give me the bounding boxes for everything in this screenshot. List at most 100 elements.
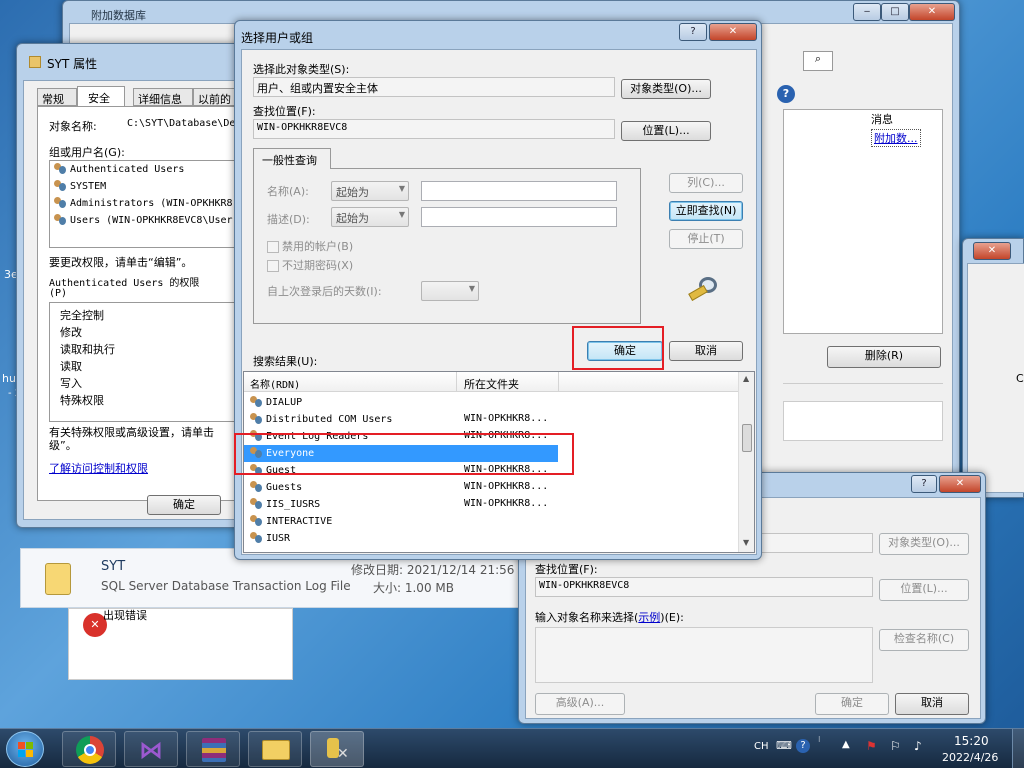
permission-item: 完全控制 xyxy=(60,309,104,322)
special-hint-end: 级”。 xyxy=(49,439,77,452)
stop-button[interactable]: 停止(T) xyxy=(669,229,743,249)
close-button[interactable]: ✕ xyxy=(909,3,955,21)
search-results-label: 搜索结果(U): xyxy=(253,355,318,368)
list-item[interactable]: SYSTEM xyxy=(54,180,258,197)
users-icon xyxy=(54,163,67,175)
file-size: 大小: 1.00 MB xyxy=(373,581,454,595)
examples-link[interactable]: 示例 xyxy=(638,611,660,624)
permission-item: 读取和执行 xyxy=(60,343,115,356)
disabled-accounts-checkbox[interactable]: 禁用的帐户(B) xyxy=(267,238,353,254)
location-button[interactable]: 位置(L)... xyxy=(621,121,711,141)
clock-date[interactable]: 2022/4/26 xyxy=(942,751,998,764)
result-row[interactable]: IUSR xyxy=(244,530,738,547)
user-list[interactable]: Authenticated Users SYSTEM Administrator… xyxy=(49,160,259,248)
tab-details[interactable]: 详细信息 xyxy=(133,88,193,106)
column-header-name[interactable]: 名称(RDN) xyxy=(250,376,300,391)
volume-icon[interactable]: ♪ xyxy=(914,739,922,753)
columns-button[interactable]: 列(C)... xyxy=(669,173,743,193)
scroll-up-icon[interactable]: ▲ xyxy=(743,374,749,383)
location-label: 查找位置(F): xyxy=(535,563,598,576)
visual-studio-icon[interactable]: ⋈ xyxy=(124,731,178,767)
group-icon xyxy=(250,498,263,510)
scrollbar-thumb[interactable] xyxy=(742,424,752,452)
result-row[interactable]: Guests WIN-OPKHKR8... xyxy=(244,479,738,496)
chevron-down-icon: ▼ xyxy=(398,184,405,193)
window-title: SYT 属性 xyxy=(47,57,98,71)
ok-button[interactable]: 确定 xyxy=(815,693,889,715)
result-row[interactable]: DIALUP xyxy=(244,394,738,411)
result-row[interactable]: Distributed COM Users WIN-OPKHKR8... xyxy=(244,411,738,428)
group-icon xyxy=(250,481,263,493)
tab-general[interactable]: 常规 xyxy=(37,88,77,106)
result-row[interactable]: IIS_IUSRS WIN-OPKHKR8... xyxy=(244,496,738,513)
close-icon[interactable]: ✕ xyxy=(973,242,1011,260)
modified-date: 修改日期: 2021/12/14 21:56 xyxy=(351,563,515,577)
everyone-highlight-box xyxy=(234,433,574,475)
find-now-button[interactable]: 立即查找(N) xyxy=(669,201,743,221)
list-item[interactable]: Administrators (WIN-OPKHKR8 xyxy=(54,197,258,214)
nonexpiring-password-checkbox[interactable]: 不过期密码(X) xyxy=(267,257,353,273)
column-header-folder[interactable]: 所在文件夹 xyxy=(464,376,519,392)
tab-general-query[interactable]: 一般性查询 xyxy=(253,148,331,169)
scroll-down-icon[interactable]: ▼ xyxy=(743,538,749,547)
help-button[interactable]: ? xyxy=(911,475,937,493)
search-icon[interactable]: ⌕ xyxy=(803,51,833,71)
users-icon xyxy=(54,180,67,192)
show-desktop-button[interactable] xyxy=(1012,729,1024,768)
learn-more-link[interactable]: 了解访问控制和权限 xyxy=(49,460,148,476)
chrome-icon[interactable] xyxy=(62,731,116,767)
ok-button[interactable]: 确定 xyxy=(147,495,221,515)
result-row[interactable]: INTERACTIVE xyxy=(244,513,738,530)
permission-item: 写入 xyxy=(60,377,82,390)
show-hidden-icons[interactable]: ▲ xyxy=(842,739,850,750)
object-type-button[interactable]: 对象类型(O)... xyxy=(879,533,969,555)
action-center-icon[interactable]: ⚐ xyxy=(890,739,901,753)
winrar-icon[interactable] xyxy=(186,731,240,767)
change-hint: 要更改权限，请单击“编辑”。 xyxy=(49,256,193,269)
file-name: SYT xyxy=(101,559,126,574)
object-type-field: 用户、组或内置安全主体 xyxy=(253,77,615,97)
users-icon xyxy=(54,214,67,226)
tab-security[interactable]: 安全 xyxy=(77,86,125,107)
clock-time[interactable]: 15:20 xyxy=(954,734,989,748)
network-icon[interactable]: ⚑ xyxy=(866,739,877,753)
results-scrollbar[interactable]: ▲ ▼ xyxy=(738,372,754,552)
attach-link[interactable]: 附加数... xyxy=(871,129,921,147)
maximize-button[interactable]: □ xyxy=(881,3,909,21)
days-combo[interactable]: ▼ xyxy=(421,281,479,301)
advanced-button[interactable]: 高级(A)... xyxy=(535,693,625,715)
group-icon xyxy=(250,413,263,425)
cancel-button[interactable]: 取消 xyxy=(895,693,969,715)
name-input[interactable] xyxy=(421,181,617,201)
minimize-button[interactable]: ‒ xyxy=(853,3,881,21)
keyboard-icon[interactable]: ⌨ xyxy=(776,739,792,752)
group-label: 组或用户名(G): xyxy=(49,146,125,159)
background-window: ✕ xyxy=(962,238,1024,498)
object-name-value: C:\SYT\Database\De xyxy=(127,118,236,129)
description-input[interactable] xyxy=(421,207,617,227)
list-item[interactable]: Authenticated Users xyxy=(54,163,258,180)
help-icon[interactable]: ? xyxy=(796,739,810,753)
location-button[interactable]: 位置(L)... xyxy=(879,579,969,601)
help-button[interactable]: ? xyxy=(679,23,707,41)
start-button[interactable] xyxy=(6,731,44,767)
close-button[interactable]: ✕ xyxy=(939,475,981,493)
object-names-input[interactable] xyxy=(535,627,873,683)
object-name-label: 对象名称: xyxy=(49,120,97,133)
object-type-button[interactable]: 对象类型(O)... xyxy=(621,79,711,99)
ssms-icon[interactable]: ✕ xyxy=(310,731,364,767)
cancel-button[interactable]: 取消 xyxy=(669,341,743,361)
list-item[interactable]: Users (WIN-OPKHKR8EVC8\User xyxy=(54,214,258,231)
explorer-icon[interactable] xyxy=(248,731,302,767)
permission-label-key: (P) xyxy=(49,288,68,299)
check-names-button[interactable]: 检查名称(C) xyxy=(879,629,969,651)
remove-button[interactable]: 删除(R) xyxy=(827,346,941,368)
help-icon[interactable]: ? xyxy=(777,85,795,103)
options-icon[interactable]: ⁝ xyxy=(818,735,821,744)
user-icon xyxy=(250,532,263,544)
error-text: 出现错误 xyxy=(103,609,147,622)
close-button[interactable]: ✕ xyxy=(709,23,757,41)
language-indicator[interactable]: CH xyxy=(754,741,769,752)
description-match-combo[interactable]: 起始为 ▼ xyxy=(331,207,409,227)
name-match-combo[interactable]: 起始为 ▼ xyxy=(331,181,409,201)
